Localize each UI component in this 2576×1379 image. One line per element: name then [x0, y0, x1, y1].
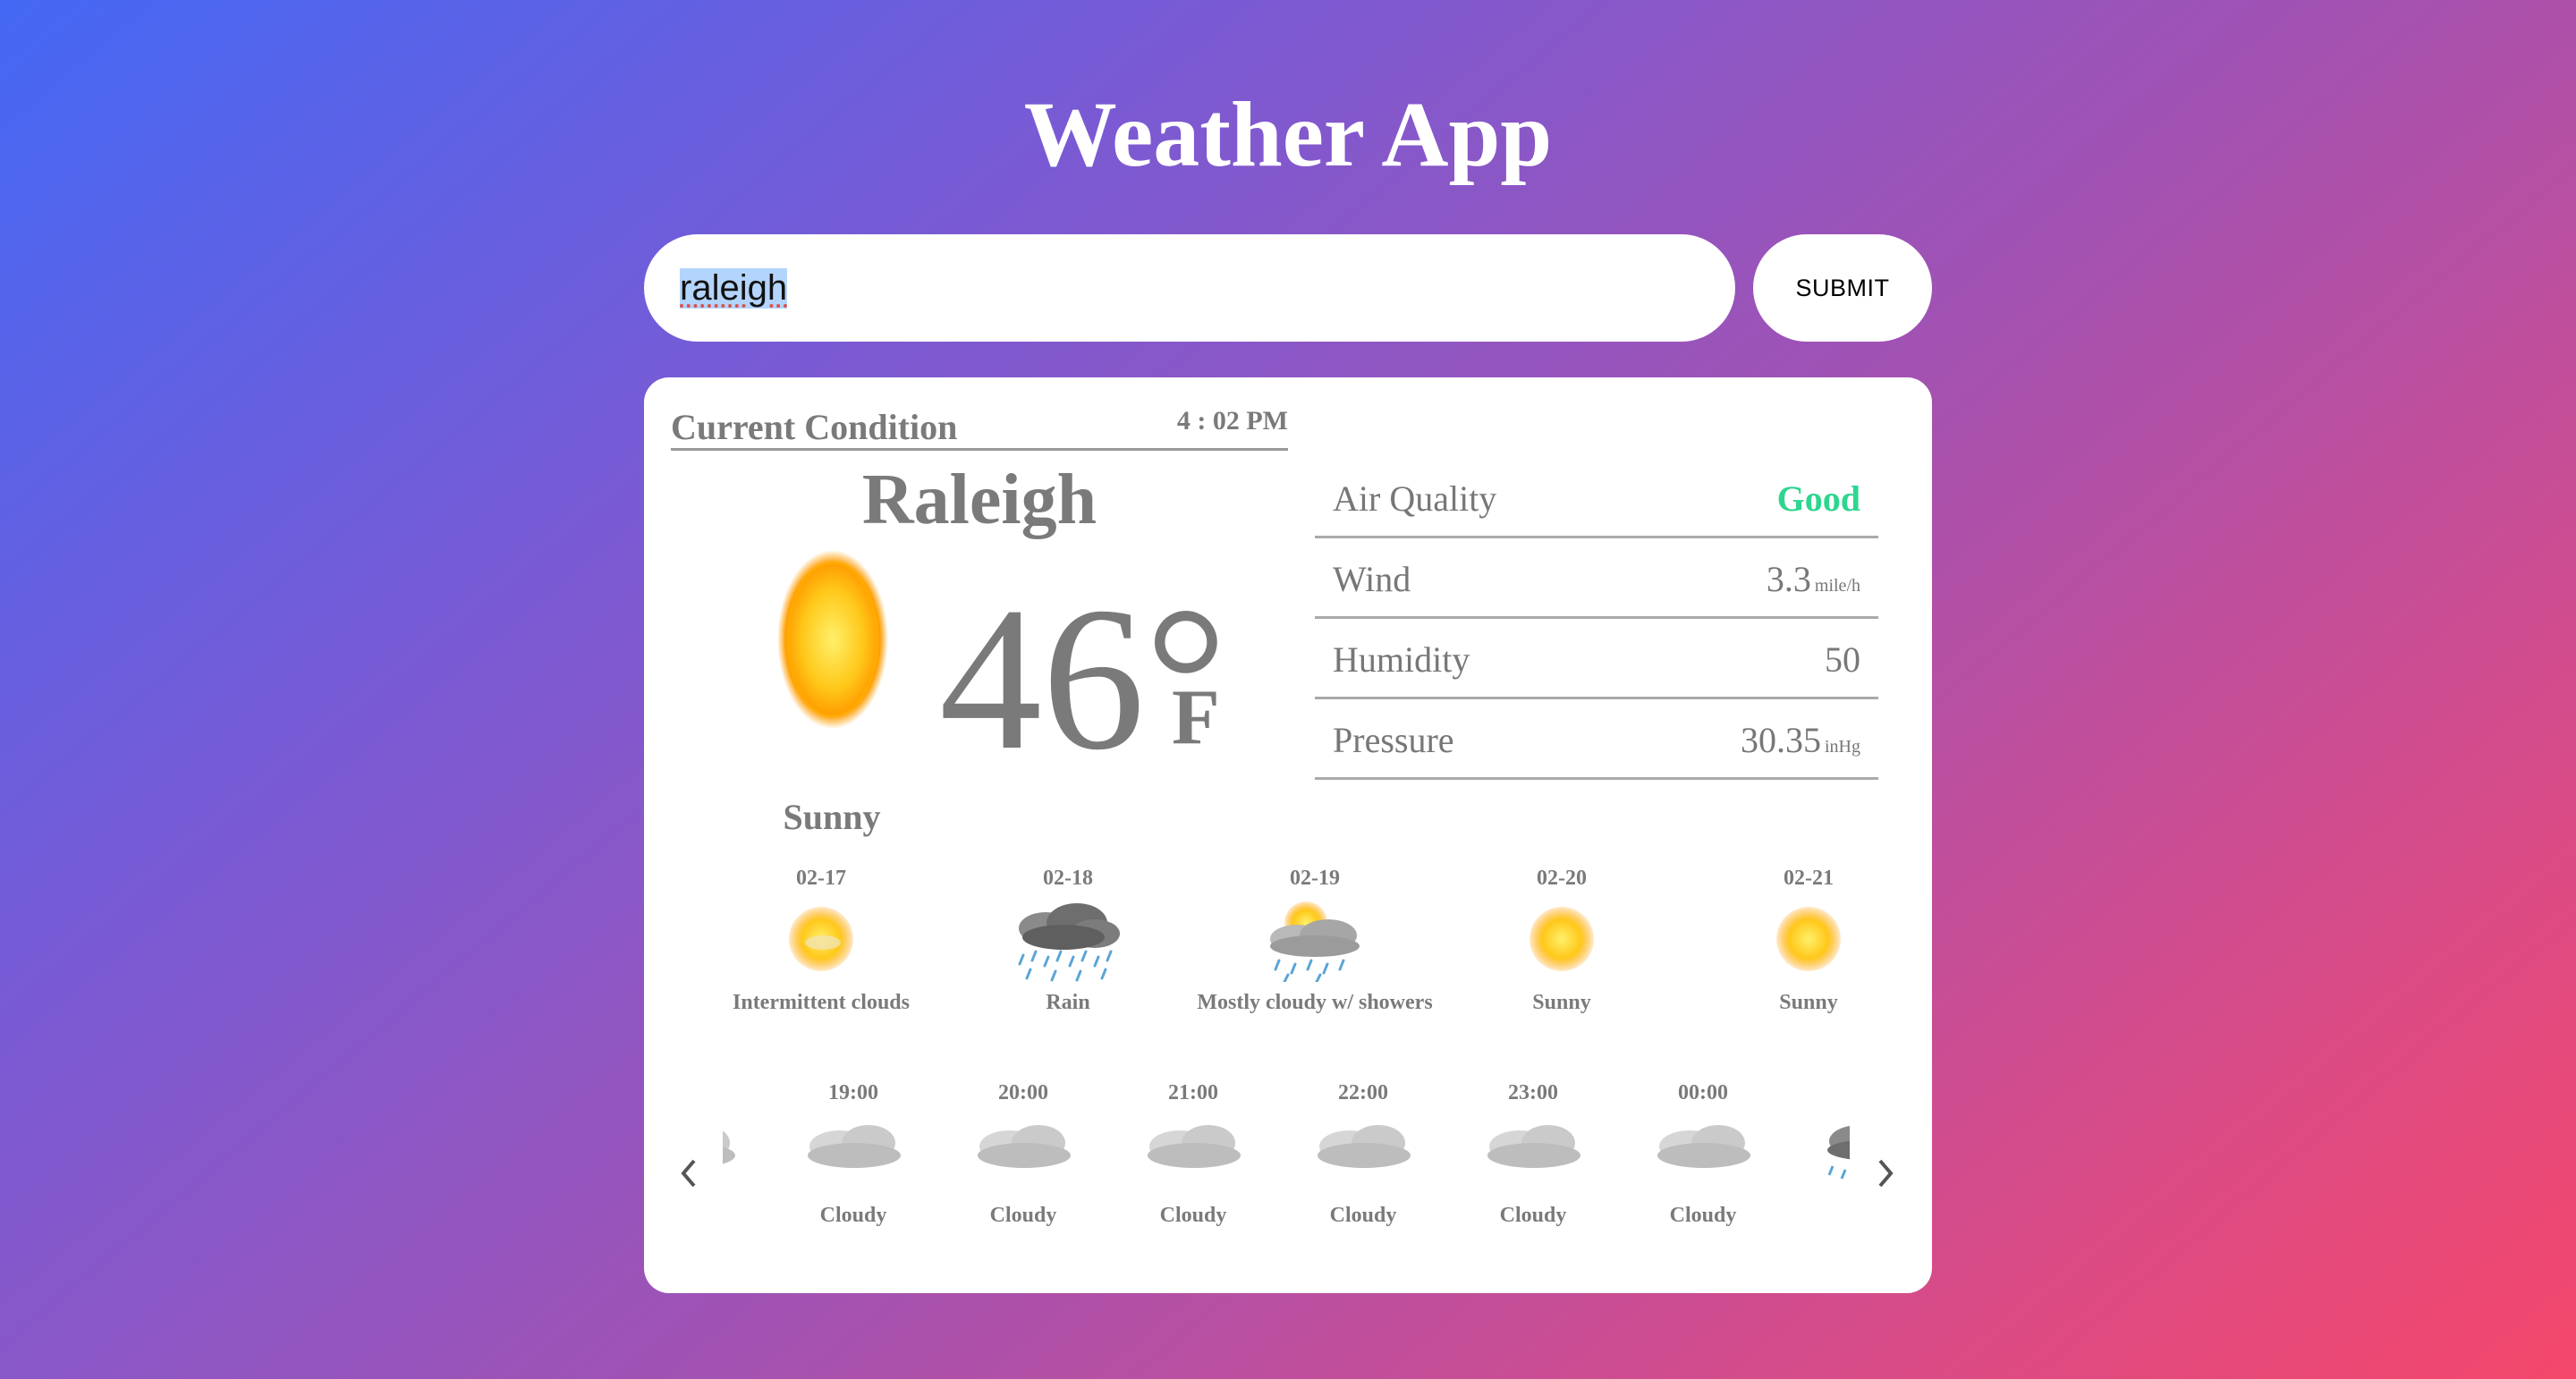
hourly-next-button[interactable]	[1868, 1148, 1903, 1198]
forecast-hour: 21:00 Cloudy	[1126, 1075, 1260, 1228]
temperature-unit: F	[1172, 674, 1220, 761]
current-time: 4 : 02 PM	[1176, 406, 1288, 436]
forecast-date: 02-19	[1290, 867, 1340, 890]
hour-time: 21:00	[1168, 1081, 1218, 1104]
submit-button[interactable]: SUBMIT	[1753, 234, 1932, 342]
rain-icon	[1018, 903, 1120, 982]
forecast-hour: 20:00 Cloudy	[956, 1075, 1090, 1228]
metric-value: 3.3 mile/h	[1767, 558, 1860, 600]
forecast-hour: 22:00 Cloudy	[1296, 1075, 1430, 1228]
hourly-forecast[interactable]: nt 19:00 Cloudy 20:00 Cloudy 21:00	[723, 1075, 1850, 1254]
metric-label: Humidity	[1333, 639, 1470, 680]
hour-condition: Cloudy	[1329, 1204, 1397, 1227]
air-quality-value: Good	[1776, 478, 1860, 519]
metric-label: Pressure	[1333, 720, 1454, 760]
daily-forecast: 02-17 Intermittent clouds 02-18 Rain 02-…	[698, 860, 1878, 1039]
forecast-day: 02-20 Sunny	[1438, 860, 1685, 1015]
chevron-right-icon	[1878, 1159, 1894, 1188]
hour-condition: Cloudy	[1159, 1204, 1227, 1227]
pressure-unit: inHg	[1825, 737, 1860, 757]
cloud-icon	[723, 1130, 735, 1164]
forecast-hour: 23:00 Cloudy	[1466, 1075, 1600, 1228]
metric-value: 30.35 inHg	[1741, 719, 1860, 761]
current-condition-header: Current Condition 4 : 02 PM	[671, 401, 1288, 451]
city-name: Raleigh	[861, 461, 1097, 539]
forecast-day: 02-18 Rain	[945, 860, 1191, 1015]
hour-time: 19:00	[828, 1081, 878, 1104]
current-condition-text: Sunny	[783, 797, 881, 837]
forecast-day: 02-21 Sunny	[1685, 860, 1932, 1015]
hour-time	[1806, 1075, 1850, 1111]
search-input-value: raleigh	[680, 267, 788, 309]
pressure-value: 30.35	[1741, 720, 1821, 760]
metric-label: Air Quality	[1333, 478, 1497, 519]
sun-icon	[1530, 907, 1594, 971]
hour-condition: Cloudy	[989, 1204, 1057, 1227]
hour-time: 20:00	[998, 1081, 1048, 1104]
weather-card: Current Condition 4 : 02 PM Raleigh 46° …	[644, 377, 1932, 1293]
forecast-condition: Sunny	[1532, 991, 1591, 1014]
wind-value: 3.3	[1766, 559, 1811, 599]
hour-condition: Cloudy	[1669, 1204, 1737, 1227]
hour-time: 23:00	[1508, 1081, 1558, 1104]
forecast-hour: nt	[723, 1075, 755, 1228]
cloud-icon	[1487, 1125, 1580, 1168]
metric-air-quality: Air Quality Good	[1315, 458, 1878, 538]
cloudy-showers-icon	[1270, 901, 1360, 982]
cloud-icon	[808, 1125, 901, 1168]
chevron-left-icon	[681, 1159, 696, 1188]
partly-sunny-icon	[789, 907, 853, 971]
hour-time: 00:00	[1678, 1081, 1728, 1104]
wind-unit: mile/h	[1814, 576, 1860, 596]
city-search-input[interactable]: raleigh	[644, 234, 1735, 342]
forecast-hour	[1806, 1075, 1850, 1204]
cloud-icon	[1148, 1125, 1241, 1168]
metric-pressure: Pressure 30.35 inHg	[1315, 699, 1878, 780]
forecast-date: 02-18	[1043, 867, 1093, 890]
sun-icon	[777, 550, 888, 729]
hour-condition: Cloudy	[819, 1204, 887, 1227]
forecast-condition: Rain	[1046, 991, 1090, 1014]
cloud-icon	[978, 1125, 1071, 1168]
metric-label: Wind	[1333, 559, 1411, 599]
hour-time	[723, 1075, 755, 1111]
forecast-date: 02-17	[796, 867, 846, 890]
hourly-prev-button[interactable]	[671, 1148, 707, 1198]
cloud-icon	[1318, 1125, 1411, 1168]
rain-icon	[1827, 1125, 1850, 1180]
hour-condition: Cloudy	[1499, 1204, 1567, 1227]
forecast-hour: 00:00 Cloudy	[1636, 1075, 1770, 1228]
forecast-date: 02-21	[1784, 867, 1834, 890]
forecast-condition: Sunny	[1779, 991, 1838, 1014]
humidity-value: 50	[1825, 639, 1860, 680]
forecast-day: 02-17 Intermittent clouds	[698, 860, 945, 1015]
current-condition-title: Current Condition	[671, 407, 958, 447]
metric-humidity: Humidity 50	[1315, 619, 1878, 699]
hour-time: 22:00	[1338, 1081, 1388, 1104]
hour-condition: nt	[723, 1204, 755, 1228]
sun-icon	[1776, 907, 1841, 971]
forecast-day: 02-19 Mostly cloudy w/ showers	[1191, 860, 1438, 1015]
forecast-date: 02-20	[1537, 867, 1587, 890]
forecast-hour: 19:00 Cloudy	[786, 1075, 920, 1228]
forecast-condition: Intermittent clouds	[733, 991, 910, 1014]
app-title: Weather App	[1023, 83, 1553, 186]
forecast-condition: Mostly cloudy w/ showers	[1197, 991, 1433, 1014]
metric-wind: Wind 3.3 mile/h	[1315, 538, 1878, 619]
cloud-icon	[1657, 1125, 1750, 1168]
